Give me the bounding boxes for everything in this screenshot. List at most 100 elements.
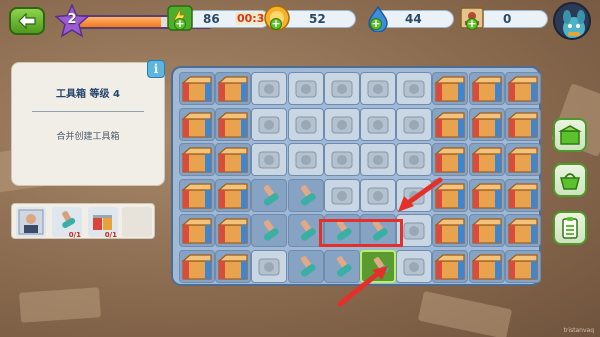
board-cell[interactable] [504,72,541,105]
top-hud: 2 86 00:30 + 52 + 44 + 0 + [0,0,600,44]
board-cell[interactable] [251,107,288,143]
board-cell[interactable] [468,107,505,143]
board-cell[interactable] [215,249,252,283]
board-cell[interactable] [287,72,324,105]
board-cell[interactable] [251,72,288,105]
storage-box-button[interactable] [553,118,587,152]
basket-icon [560,173,580,190]
frozen-item-icon [290,111,322,143]
cardboard-box-icon [507,217,539,249]
board-cell[interactable] [179,249,215,285]
board-cell[interactable] [504,249,541,285]
board-cell[interactable] [251,178,288,214]
cardboard-box-icon [470,253,503,285]
board-cell[interactable] [179,107,215,141]
back-button[interactable] [9,7,45,35]
board-cell[interactable] [215,178,252,214]
board-cell[interactable] [504,143,541,176]
cardboard-box-icon [434,217,466,249]
board-cell[interactable] [396,143,433,178]
frozen-item-icon [398,146,430,178]
trowel-icon [290,182,322,214]
add-coins-button[interactable]: + [270,18,282,30]
cardboard-box-icon [217,182,249,214]
board-cell[interactable] [251,143,288,178]
shop-basket-button[interactable] [553,163,587,197]
board-cell[interactable] [468,72,505,105]
chain-slot-tool[interactable]: 0/1 [52,207,82,239]
tutorial-highlight-box [319,219,403,247]
trowel-icon [290,217,322,249]
board-cell[interactable] [396,72,433,105]
board-cell[interactable] [468,249,505,285]
cardboard-box-icon [181,75,213,107]
board-cell[interactable] [287,143,324,176]
cardboard-box-icon [507,253,539,285]
decor-plank [19,287,101,323]
board-cell[interactable] [504,107,541,141]
board-cell[interactable] [360,143,396,176]
frozen-item-icon [253,111,285,143]
trowel-icon [253,182,285,214]
board-cell[interactable] [360,249,396,286]
frozen-item-icon [398,111,430,143]
info-button[interactable]: i [147,60,165,78]
board-cell[interactable] [323,72,360,107]
chain-slot-character[interactable] [16,207,46,237]
trowel-icon [253,217,285,249]
frozen-item-icon [326,75,358,107]
board-cell[interactable] [323,107,360,141]
add-gems-button[interactable]: + [370,18,382,30]
board-cell[interactable] [251,249,288,285]
board-cell[interactable] [432,72,469,105]
frozen-item-icon [253,253,285,285]
board-cell[interactable] [360,72,396,105]
board-cell[interactable] [396,178,433,214]
chain-slot-paint[interactable]: 0/1 [88,207,118,239]
board-cell[interactable] [396,107,433,143]
chain-slot-empty[interactable] [122,207,152,237]
cardboard-box-icon [507,182,539,214]
board-cell[interactable] [179,178,215,212]
board-cell[interactable] [504,214,541,249]
add-energy-button[interactable]: + [174,18,186,30]
board-cell[interactable] [179,72,215,105]
cardboard-box-icon [181,253,213,285]
frozen-item-icon [398,182,430,214]
board-cell[interactable] [432,143,469,176]
board-cell[interactable] [287,107,324,143]
board-cell[interactable] [323,178,360,212]
chain-slot-count: 0/1 [104,231,117,239]
board-cell[interactable] [215,72,252,105]
cardboard-box-icon [181,217,213,249]
board-cell[interactable] [251,214,288,249]
tasks-button[interactable] [553,211,587,245]
player-avatar[interactable] [553,2,591,40]
level-indicator[interactable]: 2 [55,4,215,38]
board-cell[interactable] [504,178,541,214]
board-cell[interactable] [432,249,469,283]
board-cell[interactable] [179,214,215,247]
board-cell[interactable] [396,249,433,283]
board-cell[interactable] [432,178,469,212]
board-cell[interactable] [432,107,469,141]
board-cell[interactable] [432,214,469,249]
gem-value: 44 [405,12,422,26]
board-cell[interactable] [468,143,505,176]
board-cell[interactable] [287,178,324,214]
add-tickets-button[interactable]: + [466,18,478,30]
board-cell[interactable] [323,143,360,176]
board-cell[interactable] [468,214,505,247]
board-cell[interactable] [323,249,360,283]
frozen-item-icon [253,146,285,178]
cardboard-box-icon [470,111,503,143]
board-cell[interactable] [215,214,252,247]
board-cell[interactable] [215,107,252,141]
board-cell[interactable] [287,249,324,283]
board-cell[interactable] [360,178,396,212]
trowel-icon [363,254,395,286]
board-cell[interactable] [468,178,505,212]
board-cell[interactable] [360,107,396,141]
board-cell[interactable] [179,143,215,176]
board-cell[interactable] [215,143,252,176]
